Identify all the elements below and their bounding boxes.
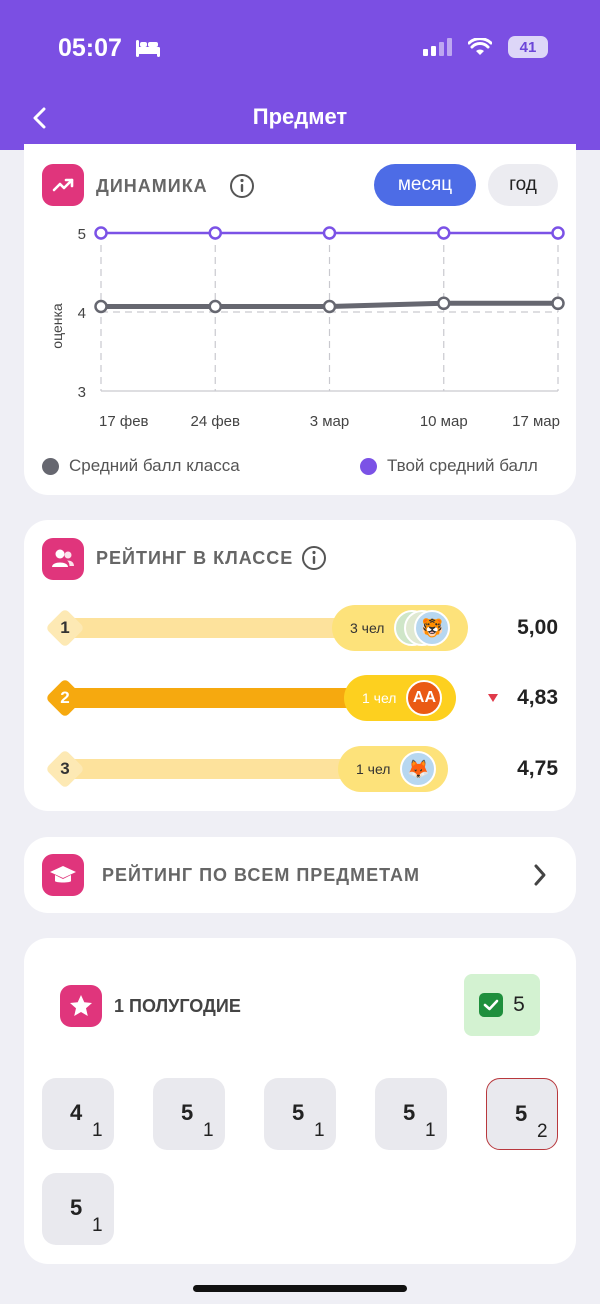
grade-weight: 2	[537, 1121, 548, 1142]
star-icon	[70, 995, 92, 1016]
dynamics-card: ДИНАМИКА месяц год 5 4 3 оценка 17 фев 24 фев…	[24, 144, 576, 495]
people-count: 1 чел	[362, 690, 397, 706]
rating-pill[interactable]: 1 чел АА	[344, 675, 456, 721]
users-icon	[52, 549, 74, 567]
chart-point	[208, 299, 222, 314]
rank-down-icon	[488, 694, 498, 702]
rating-bar	[70, 688, 360, 708]
dynamics-chart: 5 4 3 оценка 17 фев 24 фев 3 мар 10 мар 17 мар	[49, 226, 565, 430]
rating-bar	[70, 759, 360, 779]
info-icon[interactable]	[301, 545, 327, 571]
grade-weight: 1	[203, 1120, 214, 1141]
half-year-card: 1 ПОЛУГОДИЕ 5 4 1 5 1 5 1 5 1 5 2 5 1	[24, 938, 576, 1264]
chart-point	[208, 226, 222, 240]
grade-cell[interactable]: 5 2	[486, 1078, 558, 1150]
half-year-icon-badge	[60, 985, 102, 1027]
x-tick-label: 10 мар	[420, 413, 468, 430]
rank-number: 3	[60, 759, 70, 778]
avatar-stack: 🐯	[394, 610, 451, 646]
chart-point	[437, 296, 451, 311]
x-tick-label: 17 фев	[99, 413, 149, 430]
rating-row[interactable]: 2 1 чел АА 4,83	[24, 673, 576, 723]
rating-row[interactable]: 3 1 чел 🦊 4,75	[24, 744, 576, 794]
avatar: АА	[406, 680, 443, 716]
grade-weight: 1	[92, 1120, 103, 1141]
battery-level: 41	[519, 38, 537, 56]
rank-number: 2	[60, 688, 70, 707]
grade-cell[interactable]: 5 1	[153, 1078, 225, 1150]
avatar: 🦊	[400, 751, 437, 787]
grade-cell[interactable]: 5 1	[42, 1173, 114, 1245]
legend-dot-own	[360, 457, 377, 475]
grade-value: 5	[292, 1100, 305, 1125]
rating-score: 4,75	[517, 757, 558, 780]
final-grade-value: 5	[513, 993, 525, 1016]
rating-row[interactable]: 1 3 чел 🐯 5,00	[24, 603, 576, 653]
people-count: 1 чел	[356, 761, 391, 777]
people-count: 3 чел	[350, 620, 385, 636]
legend-dot-class	[42, 457, 59, 475]
rating-pill[interactable]: 1 чел 🦊	[338, 746, 448, 792]
page-title: Предмет	[252, 104, 348, 129]
grade-value: 5	[403, 1100, 416, 1125]
grade-weight: 1	[425, 1120, 436, 1141]
subjects-icon-badge	[42, 854, 84, 896]
grade-value: 5	[70, 1195, 83, 1220]
final-grade-badge: 5	[464, 974, 540, 1036]
all-subjects-title: РЕЙТИНГ ПО ВСЕМ ПРЕДМЕТАМ	[102, 865, 420, 885]
rating-icon-badge	[42, 538, 84, 580]
grade-weight: 1	[92, 1215, 103, 1236]
chart-point	[322, 226, 337, 240]
y-tick-label: 4	[78, 305, 86, 322]
grade-value: 5	[181, 1100, 194, 1125]
grade-cell[interactable]: 4 1	[42, 1078, 114, 1150]
class-rating-card: РЕЙТИНГ В КЛАССЕ 1 3 чел 🐯 5,00 2 1 чел …	[24, 520, 576, 811]
rating-score: 4,83	[517, 686, 558, 709]
check-icon	[479, 993, 504, 1017]
x-tick-label: 24 фев	[190, 413, 240, 430]
grade-weight: 1	[314, 1120, 325, 1141]
wifi-icon	[468, 38, 492, 55]
grade-value: 4	[70, 1100, 83, 1125]
status-indicators: 41	[422, 36, 548, 58]
y-tick-label: 5	[78, 226, 86, 243]
x-tick-label: 17 мар	[512, 413, 560, 430]
grade-cell[interactable]: 5 1	[264, 1078, 336, 1150]
legend-class-label: Средний балл класса	[69, 456, 240, 475]
signal-icon	[423, 38, 452, 56]
battery-indicator: 41	[508, 36, 548, 58]
rating-score: 5,00	[517, 616, 558, 639]
legend-own-label: Твой средний балл	[387, 456, 538, 475]
grade-cell[interactable]: 5 1	[375, 1078, 447, 1150]
legend-class-average: Средний балл класса	[42, 456, 240, 476]
chart-point	[551, 226, 565, 240]
rating-bar	[70, 618, 350, 638]
rating-pill[interactable]: 3 чел 🐯	[332, 605, 468, 651]
legend-own-average: Твой средний балл	[360, 456, 538, 476]
chart-point	[322, 299, 337, 314]
home-indicator	[193, 1285, 407, 1292]
status-time: 05:07	[58, 34, 122, 62]
graduation-cap-icon	[50, 866, 76, 883]
y-tick-label: 3	[78, 384, 86, 401]
half-year-title: 1 ПОЛУГОДИЕ	[114, 996, 241, 1016]
chart-point	[437, 226, 451, 240]
sleep-mode-icon	[136, 40, 160, 57]
rank-number: 1	[60, 618, 70, 637]
chart-point	[94, 226, 108, 240]
chevron-right-icon	[534, 864, 546, 886]
grade-value: 5	[515, 1101, 528, 1126]
x-tick-label: 3 мар	[310, 413, 350, 430]
all-subjects-rating-link[interactable]: РЕЙТИНГ ПО ВСЕМ ПРЕДМЕТАМ	[24, 837, 576, 913]
class-rating-title: РЕЙТИНГ В КЛАССЕ	[96, 548, 294, 568]
app-header: 05:07 41 Предмет	[0, 0, 600, 150]
chart-point	[551, 296, 565, 311]
avatar: 🐯	[414, 610, 451, 646]
y-axis-label: оценка	[49, 303, 65, 349]
chart-point	[94, 299, 108, 314]
